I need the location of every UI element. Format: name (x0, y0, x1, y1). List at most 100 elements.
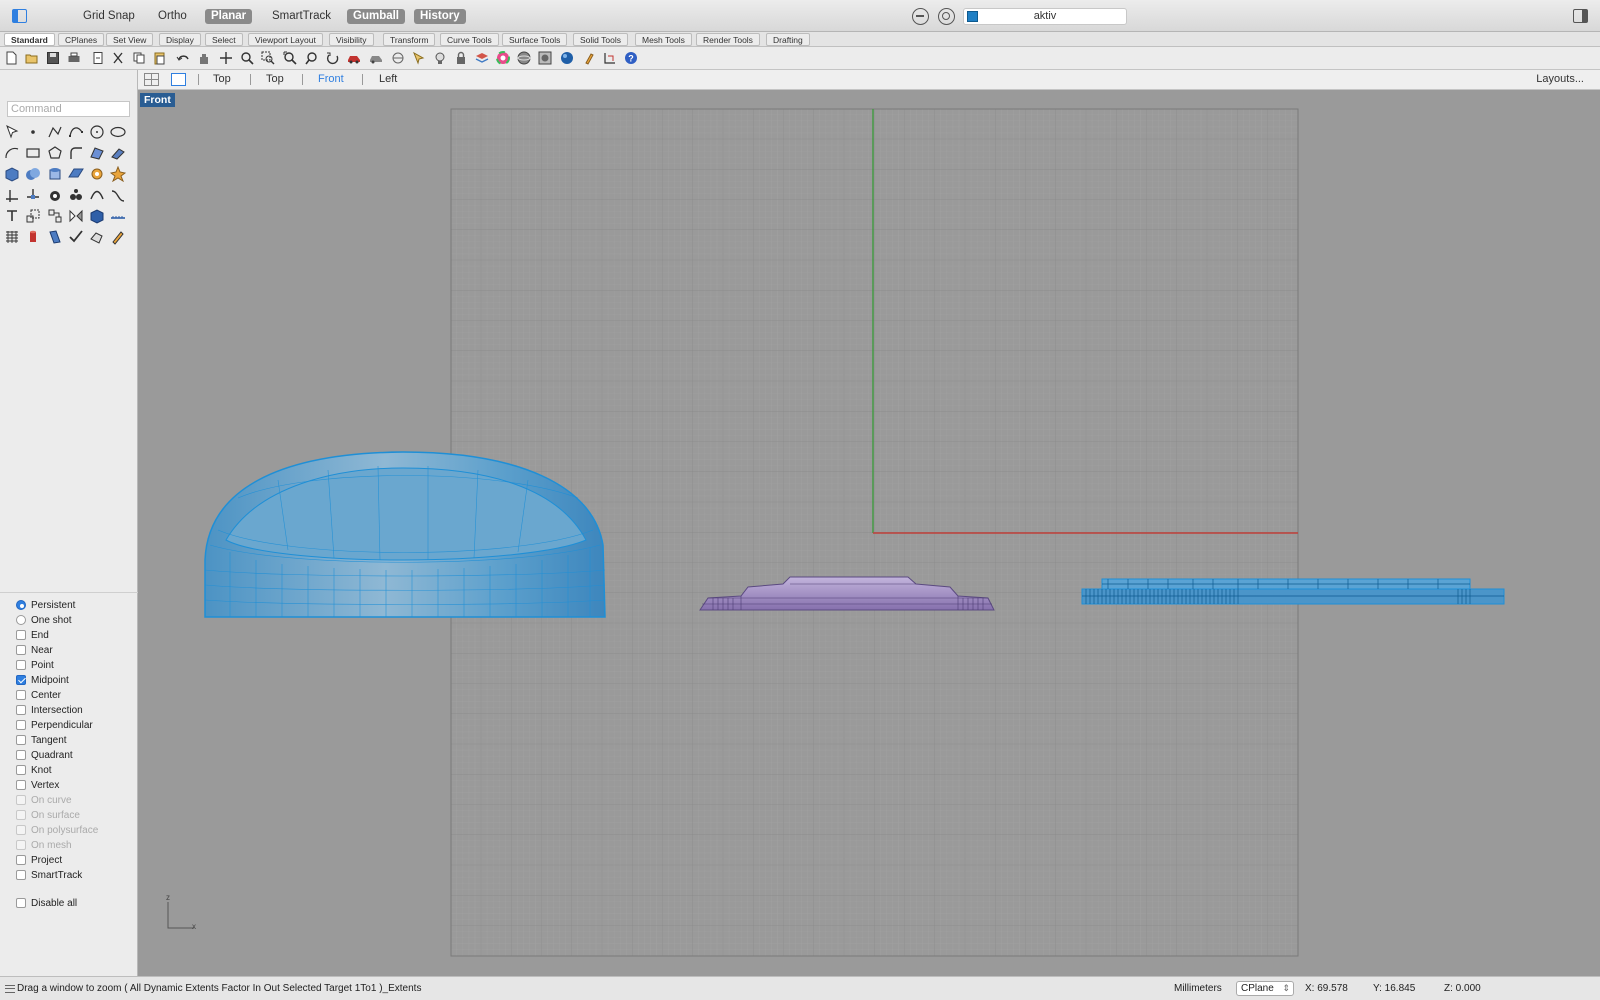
loft-icon[interactable] (47, 229, 63, 245)
lock-icon[interactable] (454, 51, 468, 65)
osnap-point-row[interactable]: Point (16, 658, 54, 672)
osnap-midpoint-checkbox[interactable] (16, 675, 26, 685)
osnap-smarttrack-checkbox[interactable] (16, 870, 26, 880)
gear-transform-icon[interactable] (89, 166, 105, 182)
color-wheel-icon[interactable] (496, 51, 510, 65)
persistent-radio[interactable] (16, 600, 26, 610)
osnap-perpendicular-row[interactable]: Perpendicular (16, 718, 93, 732)
named-view-icon[interactable] (369, 51, 383, 65)
osnap-perpendicular-checkbox[interactable] (16, 720, 26, 730)
osnap-center-row[interactable]: Center (16, 688, 61, 702)
cut-icon[interactable] (111, 51, 125, 65)
osnap-smarttrack-row[interactable]: SmartTrack (16, 868, 82, 882)
arc-icon[interactable] (4, 145, 20, 161)
disable-all-checkbox[interactable] (16, 898, 26, 908)
tab-render-tools[interactable]: Render Tools (696, 33, 760, 46)
osnap-persistent-row[interactable]: Persistent (16, 598, 75, 612)
curve-control-points-icon[interactable] (68, 124, 84, 140)
tab-curve-tools[interactable]: Curve Tools (440, 33, 499, 46)
render-sphere-icon[interactable] (517, 51, 531, 65)
ortho-toggle[interactable]: Ortho (152, 9, 193, 24)
osnap-intersection-checkbox[interactable] (16, 705, 26, 715)
box-icon[interactable] (4, 166, 20, 182)
join-icon[interactable] (47, 187, 63, 203)
move-arrows-icon[interactable] (219, 51, 233, 65)
boolean-union-icon[interactable] (25, 166, 41, 182)
viewport-tab-top-1[interactable]: Top (213, 73, 231, 85)
zoom-window-icon[interactable] (261, 51, 275, 65)
osnap-knot-row[interactable]: Knot (16, 763, 52, 777)
osnap-vertex-checkbox[interactable] (16, 780, 26, 790)
solid-box-icon[interactable] (89, 208, 105, 224)
front-viewport[interactable]: z x Front (138, 90, 1600, 976)
osnap-center-checkbox[interactable] (16, 690, 26, 700)
planar-toggle[interactable]: Planar (205, 9, 253, 24)
left-sidebar-toggle-icon[interactable] (12, 9, 27, 23)
render-window-icon[interactable] (538, 51, 552, 65)
tab-standard[interactable]: Standard (4, 33, 55, 46)
history-toggle[interactable]: History (414, 9, 466, 24)
grid-snap-toggle[interactable]: Grid Snap (77, 9, 141, 24)
tab-viewport-layout[interactable]: Viewport Layout (248, 33, 323, 46)
analyze-icon[interactable] (89, 229, 105, 245)
layouts-button[interactable]: Layouts... (1536, 73, 1584, 85)
viewport-tab-front[interactable]: Front (318, 73, 344, 85)
mirror-icon[interactable] (68, 208, 84, 224)
current-layer-field[interactable]: aktiv (963, 8, 1127, 25)
ellipse-icon[interactable] (110, 124, 126, 140)
osnap-near-row[interactable]: Near (16, 643, 53, 657)
tab-mesh-tools[interactable]: Mesh Tools (635, 33, 692, 46)
four-viewports-icon[interactable] (144, 73, 159, 86)
cylinder-icon[interactable] (25, 229, 41, 245)
extrude-icon[interactable] (47, 166, 63, 182)
planar-surface-icon[interactable] (68, 166, 84, 182)
options-icon[interactable] (583, 51, 597, 65)
command-input[interactable] (7, 101, 130, 117)
viewport-canvas[interactable]: z x (138, 90, 1600, 976)
osnap-tangent-checkbox[interactable] (16, 735, 26, 745)
save-icon[interactable] (46, 51, 60, 65)
tab-visibility[interactable]: Visibility (329, 33, 374, 46)
osnap-knot-checkbox[interactable] (16, 765, 26, 775)
single-viewport-icon[interactable] (171, 73, 186, 86)
tab-display[interactable]: Display (159, 33, 201, 46)
viewport-tab-top-2[interactable]: Top (266, 73, 284, 85)
new-file-icon[interactable] (4, 51, 18, 65)
tab-transform[interactable]: Transform (383, 33, 436, 46)
measure-icon[interactable] (110, 208, 126, 224)
osnap-project-row[interactable]: Project (16, 853, 62, 867)
osnap-quadrant-checkbox[interactable] (16, 750, 26, 760)
one-shot-radio[interactable] (16, 615, 26, 625)
car-icon[interactable] (347, 51, 361, 65)
bowl-object[interactable] (204, 451, 606, 618)
zoom-extents-icon[interactable] (283, 51, 297, 65)
grid-array-icon[interactable] (4, 229, 20, 245)
open-folder-icon[interactable] (25, 51, 39, 65)
viewport-name-label[interactable]: Front (140, 93, 175, 107)
tab-drafting[interactable]: Drafting (766, 33, 810, 46)
rectangle-icon[interactable] (25, 145, 41, 161)
osnap-end-checkbox[interactable] (16, 630, 26, 640)
fillet-curve-icon[interactable] (68, 145, 84, 161)
split-icon[interactable] (25, 187, 41, 203)
select-objects-icon[interactable] (412, 51, 426, 65)
help-icon[interactable]: ? (624, 51, 638, 65)
dimension-icon[interactable] (603, 51, 617, 65)
osnap-near-checkbox[interactable] (16, 645, 26, 655)
array-icon[interactable] (47, 208, 63, 224)
units-label[interactable]: Millimeters (1174, 983, 1222, 994)
print-icon[interactable] (67, 51, 81, 65)
osnap-tangent-row[interactable]: Tangent (16, 733, 67, 747)
paste-icon[interactable] (153, 51, 167, 65)
osnap-end-row[interactable]: End (16, 628, 49, 642)
tab-cplanes[interactable]: CPlanes (58, 33, 105, 46)
blend-curve-icon[interactable] (110, 187, 126, 203)
component-strip-object[interactable] (1081, 578, 1505, 605)
disable-all-row[interactable]: Disable all (16, 896, 77, 910)
group-icon[interactable] (68, 187, 84, 203)
tab-set-view[interactable]: Set View (106, 33, 154, 46)
osnap-target-icon[interactable] (938, 8, 955, 25)
dimension-tool-icon[interactable] (4, 208, 20, 224)
osnap-quadrant-row[interactable]: Quadrant (16, 748, 73, 762)
polygon-icon[interactable] (47, 145, 63, 161)
